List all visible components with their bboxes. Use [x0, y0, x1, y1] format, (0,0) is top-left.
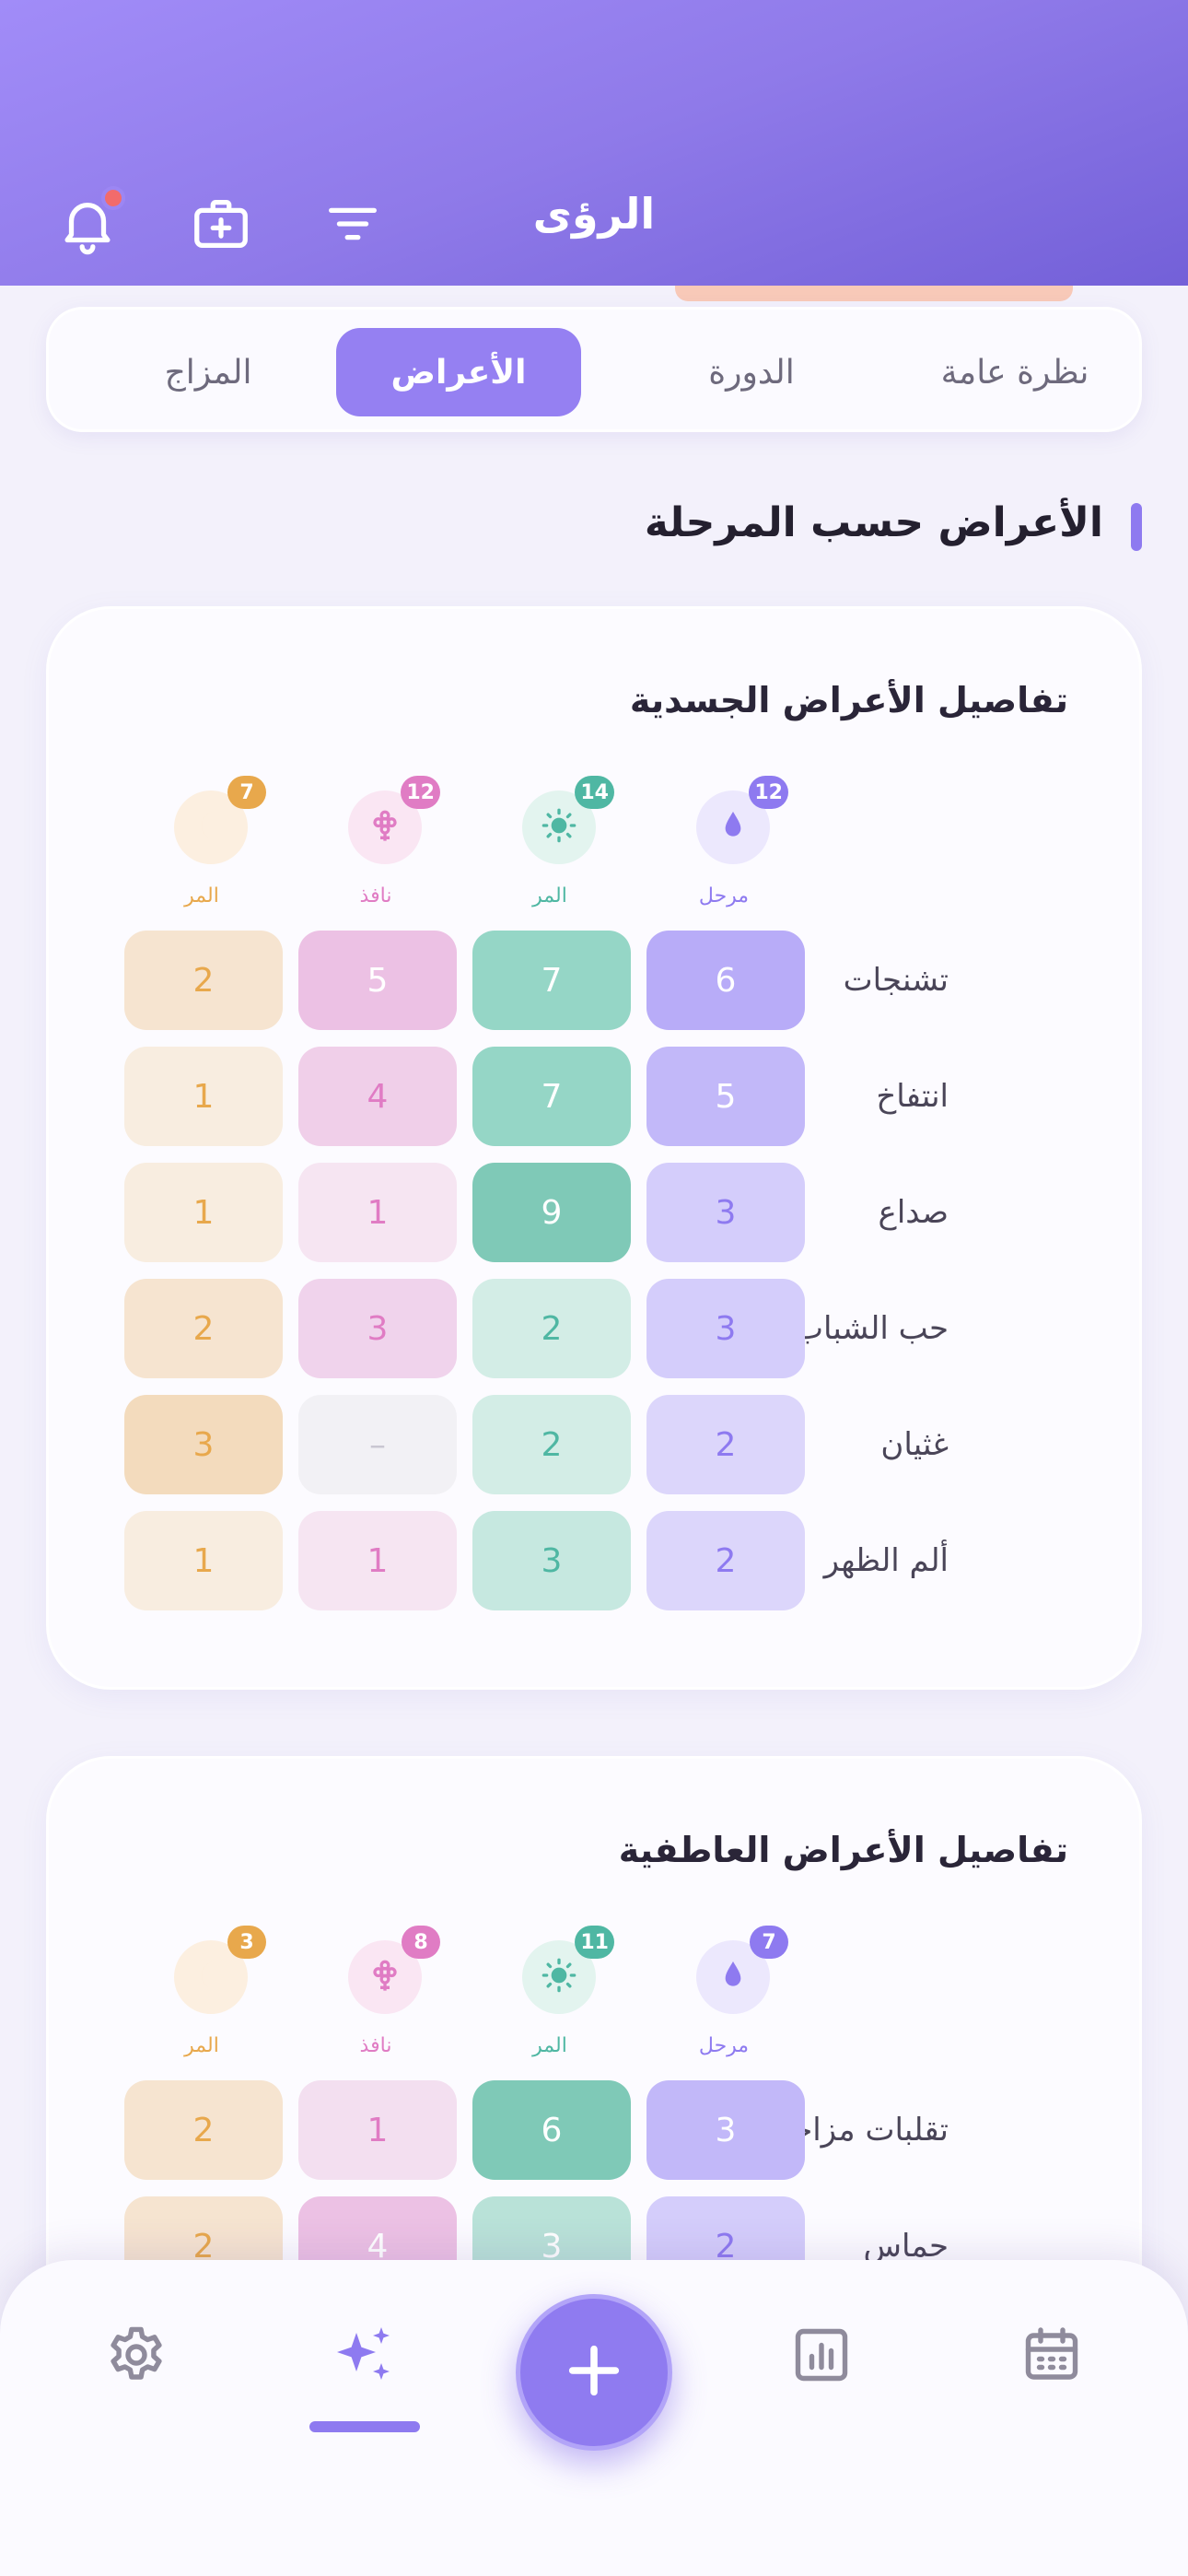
table-cell[interactable]: 7 [472, 1047, 631, 1146]
sun-icon [541, 807, 577, 848]
table-cell[interactable]: 3 [472, 1511, 631, 1610]
symptom-label: انتفاخ [876, 1078, 949, 1115]
gear-icon [103, 2322, 169, 2392]
count-badge: 11 [575, 1926, 614, 1959]
emotional-card-title: تفاصيل الأعراض العاطفية [618, 1830, 1068, 1870]
table-cell[interactable]: 1 [298, 2080, 457, 2180]
phase-label: المر [532, 884, 567, 907]
add-icon [562, 2338, 626, 2406]
phase-label: نافذ [359, 884, 392, 907]
phase-label: المر [184, 884, 219, 907]
table-cell[interactable]: – [298, 1395, 457, 1494]
table-cell[interactable]: 7 [472, 931, 631, 1030]
app-header: الرؤى [0, 0, 1188, 286]
nav-statistics[interactable] [785, 2320, 858, 2394]
phase-label: مرحل [698, 2034, 750, 2057]
insights-tabs: نظرة عامة الدورة الأعراض المزاج [46, 307, 1142, 432]
moon-icon [192, 807, 229, 848]
table-cell[interactable]: 3 [646, 1279, 805, 1378]
physical-card-title: تفاصيل الأعراض الجسدية [629, 680, 1068, 720]
ovulation-phase-header: 12 [348, 776, 440, 864]
add-entry-button[interactable] [516, 2294, 672, 2451]
ovulation-phase-header: 8 [348, 1926, 440, 2014]
menstrual-phase-header: 7 [696, 1926, 788, 2014]
table-cell[interactable]: 1 [124, 1163, 283, 1262]
table-cell[interactable]: 2 [124, 1279, 283, 1378]
count-badge: 3 [227, 1926, 266, 1959]
follicular-phase-header: 14 [522, 776, 614, 864]
page-title: الرؤى [532, 189, 656, 239]
count-badge: 7 [750, 1926, 788, 1959]
nav-settings[interactable] [99, 2320, 173, 2394]
section-title: الأعراض حسب المرحلة [644, 499, 1103, 546]
table-cell[interactable]: 3 [124, 1395, 283, 1494]
phase-label: نافذ [359, 2034, 392, 2057]
table-cell[interactable]: 3 [646, 2080, 805, 2180]
table-cell[interactable]: 1 [298, 1163, 457, 1262]
table-cell[interactable]: 2 [472, 1279, 631, 1378]
table-cell[interactable]: 2 [472, 1395, 631, 1494]
table-cell[interactable]: 2 [124, 931, 283, 1030]
medical-kit-icon [189, 200, 253, 260]
bar-chart-icon [788, 2322, 855, 2392]
count-badge: 14 [575, 776, 614, 809]
table-cell[interactable]: 6 [472, 2080, 631, 2180]
table-cell[interactable]: 1 [124, 1511, 283, 1610]
table-cell[interactable]: 5 [298, 931, 457, 1030]
table-cell[interactable]: 1 [298, 1511, 457, 1610]
tab-overview[interactable]: نظرة عامة [892, 328, 1137, 416]
table-cell[interactable]: 2 [124, 2080, 283, 2180]
table-cell[interactable]: 6 [646, 931, 805, 1030]
filter-button[interactable] [320, 192, 385, 256]
table-cell[interactable]: 3 [298, 1279, 457, 1378]
count-badge: 12 [401, 776, 440, 809]
phase-label: المر [184, 2034, 219, 2057]
phase-label: المر [532, 2034, 567, 2057]
table-cell[interactable]: 2 [646, 1395, 805, 1494]
sun-icon [541, 1957, 577, 1997]
table-cell[interactable]: 2 [646, 1511, 805, 1610]
phase-label: مرحل [698, 884, 750, 907]
drop-icon [715, 807, 751, 848]
table-cell[interactable]: 1 [124, 1047, 283, 1146]
menstrual-phase-header: 12 [696, 776, 788, 864]
table-cell[interactable]: 5 [646, 1047, 805, 1146]
notifications-button[interactable] [55, 186, 125, 256]
flower-icon [367, 807, 403, 848]
symptom-label: تشنجات [843, 962, 949, 999]
tab-mood[interactable]: المزاج [86, 328, 331, 416]
table-cell[interactable]: 9 [472, 1163, 631, 1262]
medical-kit-button[interactable] [189, 192, 253, 256]
notification-dot [101, 186, 125, 210]
section-accent-bar [1131, 503, 1142, 551]
luteal-phase-header: 7 [174, 776, 266, 864]
nav-calendar[interactable] [1015, 2320, 1089, 2394]
symptom-label: غثيان [880, 1426, 949, 1463]
moon-icon [192, 1957, 229, 1997]
symptom-label: ألم الظهر [823, 1542, 949, 1579]
active-tab-indicator [309, 2421, 420, 2432]
follicular-phase-header: 11 [522, 1926, 614, 2014]
sparkles-icon [332, 2322, 398, 2392]
symptom-label: صداع [878, 1194, 949, 1231]
count-badge: 7 [227, 776, 266, 809]
tab-cycle[interactable]: الدورة [629, 328, 874, 416]
luteal-phase-header: 3 [174, 1926, 266, 2014]
filter-icon [320, 207, 385, 260]
flower-icon [367, 1957, 403, 1997]
table-cell[interactable]: 4 [298, 1047, 457, 1146]
calendar-icon [1019, 2322, 1085, 2392]
bell-icon [55, 186, 125, 256]
nav-insights[interactable] [328, 2320, 402, 2394]
table-cell[interactable]: 3 [646, 1163, 805, 1262]
count-badge: 8 [402, 1926, 440, 1959]
count-badge: 12 [749, 776, 788, 809]
drop-icon [715, 1957, 751, 1997]
tab-symptoms[interactable]: الأعراض [336, 328, 581, 416]
symptom-label: حب الشباب [794, 1310, 949, 1347]
